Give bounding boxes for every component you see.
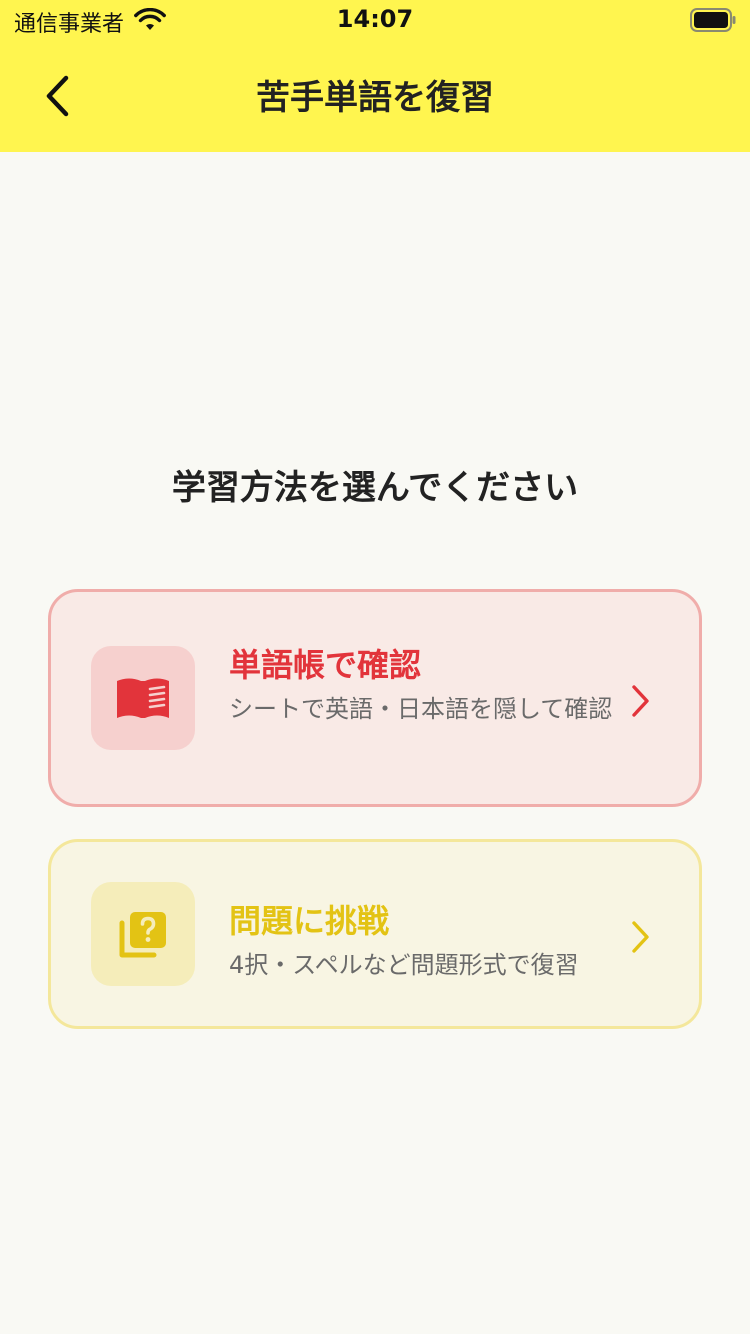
option-title: 単語帳で確認: [229, 646, 422, 684]
quiz-challenge-option[interactable]: 問題に挑戦 4択・スペルなど問題形式で復習: [48, 839, 702, 1029]
quiz-icon-tile: [91, 882, 195, 986]
chevron-right-icon: [632, 921, 649, 953]
battery-icon: [690, 8, 736, 32]
flashcard-icon-tile: [91, 646, 195, 750]
header: 通信事業者 14:07 苦手単語を復習: [0, 0, 750, 152]
option-description: 4択・スペルなど問題形式で復習: [229, 951, 579, 979]
chevron-right-icon: [632, 685, 649, 717]
option-title: 問題に挑戦: [229, 902, 390, 940]
navigation-bar: 苦手単語を復習: [0, 40, 750, 152]
flashcard-review-option[interactable]: 単語帳で確認 シートで英語・日本語を隠して確認: [48, 589, 702, 807]
status-time: 14:07: [336, 5, 414, 33]
instruction-heading: 学習方法を選んでください: [171, 468, 579, 508]
book-open-icon: [117, 678, 169, 718]
option-description: シートで英語・日本語を隠して確認: [229, 695, 613, 723]
page-title: 苦手単語を復習: [256, 78, 494, 118]
quiz-cards-icon: [119, 912, 166, 958]
status-bar: 通信事業者 14:07: [0, 0, 750, 40]
